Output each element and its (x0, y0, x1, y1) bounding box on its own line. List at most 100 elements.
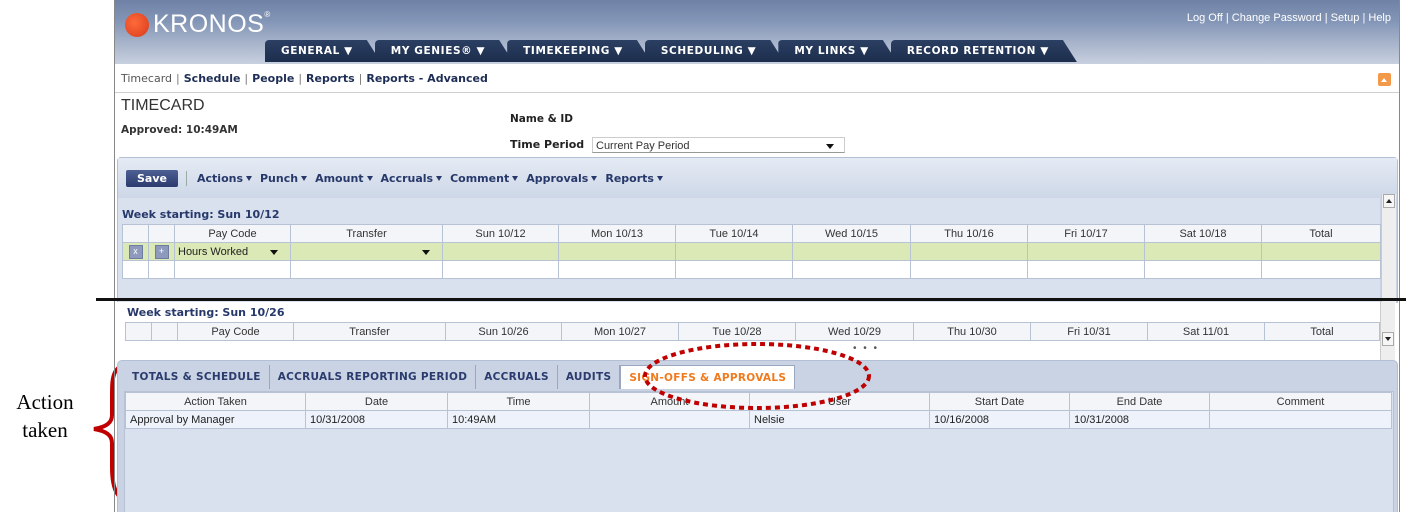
week1-grid: Week starting: Sun 10/12 Pay Code Transf… (118, 198, 1381, 302)
week1-header-row: Pay Code Transfer Sun 10/12 Mon 10/13 Tu… (122, 224, 1381, 243)
log-off-link[interactable]: Log Off (1187, 12, 1223, 24)
kronos-logo-icon (125, 12, 149, 37)
change-password-link[interactable]: Change Password (1232, 12, 1322, 24)
col-day: Tue 10/14 (675, 224, 793, 243)
approvals-menu[interactable]: Approvals (526, 172, 598, 186)
subnav-reports-advanced[interactable]: Reports - Advanced (366, 72, 487, 85)
annotation-label: Action taken (0, 388, 90, 444)
main-nav: GENERAL ▼ MY GENIES® ▼ TIMEKEEPING ▼ SCH… (265, 40, 1071, 62)
week-scrollbar[interactable] (1381, 194, 1396, 302)
collapse-up-icon[interactable] (1378, 73, 1391, 86)
tab-audits[interactable]: AUDITS (558, 365, 621, 389)
subnav-schedule[interactable]: Schedule (184, 72, 241, 85)
app-header: KRONOS® Log Off | Change Password | Setu… (115, 0, 1399, 64)
table-row: x + Hours Worked (122, 242, 1381, 261)
pay-code-select[interactable]: Hours Worked (174, 242, 291, 261)
col-day: Sun 10/26 (445, 322, 562, 341)
day-cell[interactable] (558, 242, 676, 261)
date-cell: 10/31/2008 (305, 410, 448, 429)
week1-table: Pay Code Transfer Sun 10/12 Mon 10/13 Tu… (122, 224, 1381, 279)
day-cell[interactable] (675, 242, 793, 261)
delete-row-icon[interactable]: x (128, 244, 143, 259)
highlight-ellipse (643, 342, 871, 410)
week1-label: Week starting: Sun 10/12 (122, 208, 280, 221)
subnav-timecard[interactable]: Timecard (121, 72, 172, 85)
tab-accruals-reporting-period[interactable]: ACCRUALS REPORTING PERIOD (270, 365, 477, 389)
tab-totals-schedule[interactable]: TOTALS & SCHEDULE (124, 365, 270, 389)
time-cell: 10:49AM (447, 410, 590, 429)
approved-status: Approved: 10:49AM (121, 124, 238, 136)
col-day: Sat 10/18 (1144, 224, 1262, 243)
col-comment: Comment (1209, 392, 1392, 411)
table-row (122, 260, 1381, 279)
time-period-select[interactable]: Current Pay Period (592, 137, 845, 153)
col-day: Wed 10/15 (792, 224, 911, 243)
kronos-window: KRONOS® Log Off | Change Password | Setu… (114, 0, 1400, 512)
col-day: Sun 10/12 (442, 224, 559, 243)
col-day: Thu 10/16 (910, 224, 1028, 243)
section-divider (96, 298, 1406, 301)
top-links: Log Off | Change Password | Setup | Help (1186, 12, 1391, 24)
col-end-date: End Date (1069, 392, 1210, 411)
amount-menu[interactable]: Amount (315, 172, 373, 186)
nav-tab-record-retention[interactable]: RECORD RETENTION ▼ (891, 40, 1077, 62)
col-start-date: Start Date (929, 392, 1070, 411)
nav-tab-timekeeping[interactable]: TIMEKEEPING ▼ (507, 40, 651, 62)
day-cell[interactable] (1144, 242, 1262, 261)
scroll-up-icon[interactable] (1383, 194, 1395, 208)
day-cell[interactable] (910, 242, 1028, 261)
timecard-panel: Save Actions Punch Amount Accruals Comme… (117, 157, 1398, 303)
col-action-taken: Action Taken (125, 392, 306, 411)
day-cell[interactable] (442, 242, 559, 261)
col-transfer: Transfer (290, 224, 443, 243)
col-time: Time (447, 392, 590, 411)
chevron-down-icon (422, 250, 430, 255)
toolbar-divider (186, 171, 187, 186)
reports-menu[interactable]: Reports (605, 172, 663, 186)
comment-menu[interactable]: Comment (450, 172, 519, 186)
annotation-line-1: Action (16, 390, 74, 414)
week2-label: Week starting: Sun 10/26 (127, 306, 285, 319)
col-day: Thu 10/30 (913, 322, 1031, 341)
tab-accruals[interactable]: ACCRUALS (476, 365, 558, 389)
page-title: TIMECARD (121, 97, 205, 114)
actions-menu[interactable]: Actions (197, 172, 252, 186)
brand-name: KRONOS (153, 10, 265, 38)
setup-link[interactable]: Setup (1331, 12, 1360, 24)
nav-tab-scheduling[interactable]: SCHEDULING ▼ (645, 40, 784, 62)
end-date-cell: 10/31/2008 (1069, 410, 1210, 429)
insert-row-icon[interactable]: + (154, 244, 169, 259)
col-date: Date (305, 392, 448, 411)
col-day: Mon 10/13 (558, 224, 676, 243)
col-pay-code: Pay Code (174, 224, 291, 243)
col-day: Fri 10/17 (1027, 224, 1145, 243)
time-period-label: Time Period (510, 138, 585, 151)
help-link[interactable]: Help (1368, 12, 1391, 24)
time-period-value: Current Pay Period (596, 140, 690, 152)
subnav-people[interactable]: People (252, 72, 294, 85)
annotation-line-2: taken (22, 418, 68, 442)
timecard-toolbar: Save Actions Punch Amount Accruals Comme… (118, 158, 1397, 198)
total-cell (1261, 242, 1381, 261)
accruals-menu[interactable]: Accruals (381, 172, 443, 186)
transfer-select[interactable] (290, 242, 443, 261)
action-taken-cell: Approval by Manager (125, 410, 306, 429)
subnav-reports[interactable]: Reports (306, 72, 355, 85)
week2-scrollbar[interactable] (1380, 302, 1395, 362)
nav-tab-my-links[interactable]: MY LINKS ▼ (778, 40, 897, 62)
nav-tab-general[interactable]: GENERAL ▼ (265, 40, 381, 62)
punch-menu[interactable]: Punch (260, 172, 308, 186)
day-cell[interactable] (1027, 242, 1145, 261)
sub-nav: Timecard | Schedule | People | Reports | Reports… (115, 66, 1399, 93)
col-total: Total (1261, 224, 1381, 243)
scroll-down-icon[interactable] (1382, 332, 1394, 346)
day-cell[interactable] (792, 242, 911, 261)
col-transfer: Transfer (293, 322, 446, 341)
chevron-down-icon (826, 144, 834, 149)
start-date-cell: 10/16/2008 (929, 410, 1070, 429)
nav-tab-my-genies[interactable]: MY GENIES® ▼ (375, 40, 513, 62)
chevron-down-icon (270, 250, 278, 255)
save-button[interactable]: Save (126, 170, 178, 187)
col-day: Fri 10/31 (1030, 322, 1148, 341)
kronos-logo: KRONOS® (125, 10, 271, 39)
